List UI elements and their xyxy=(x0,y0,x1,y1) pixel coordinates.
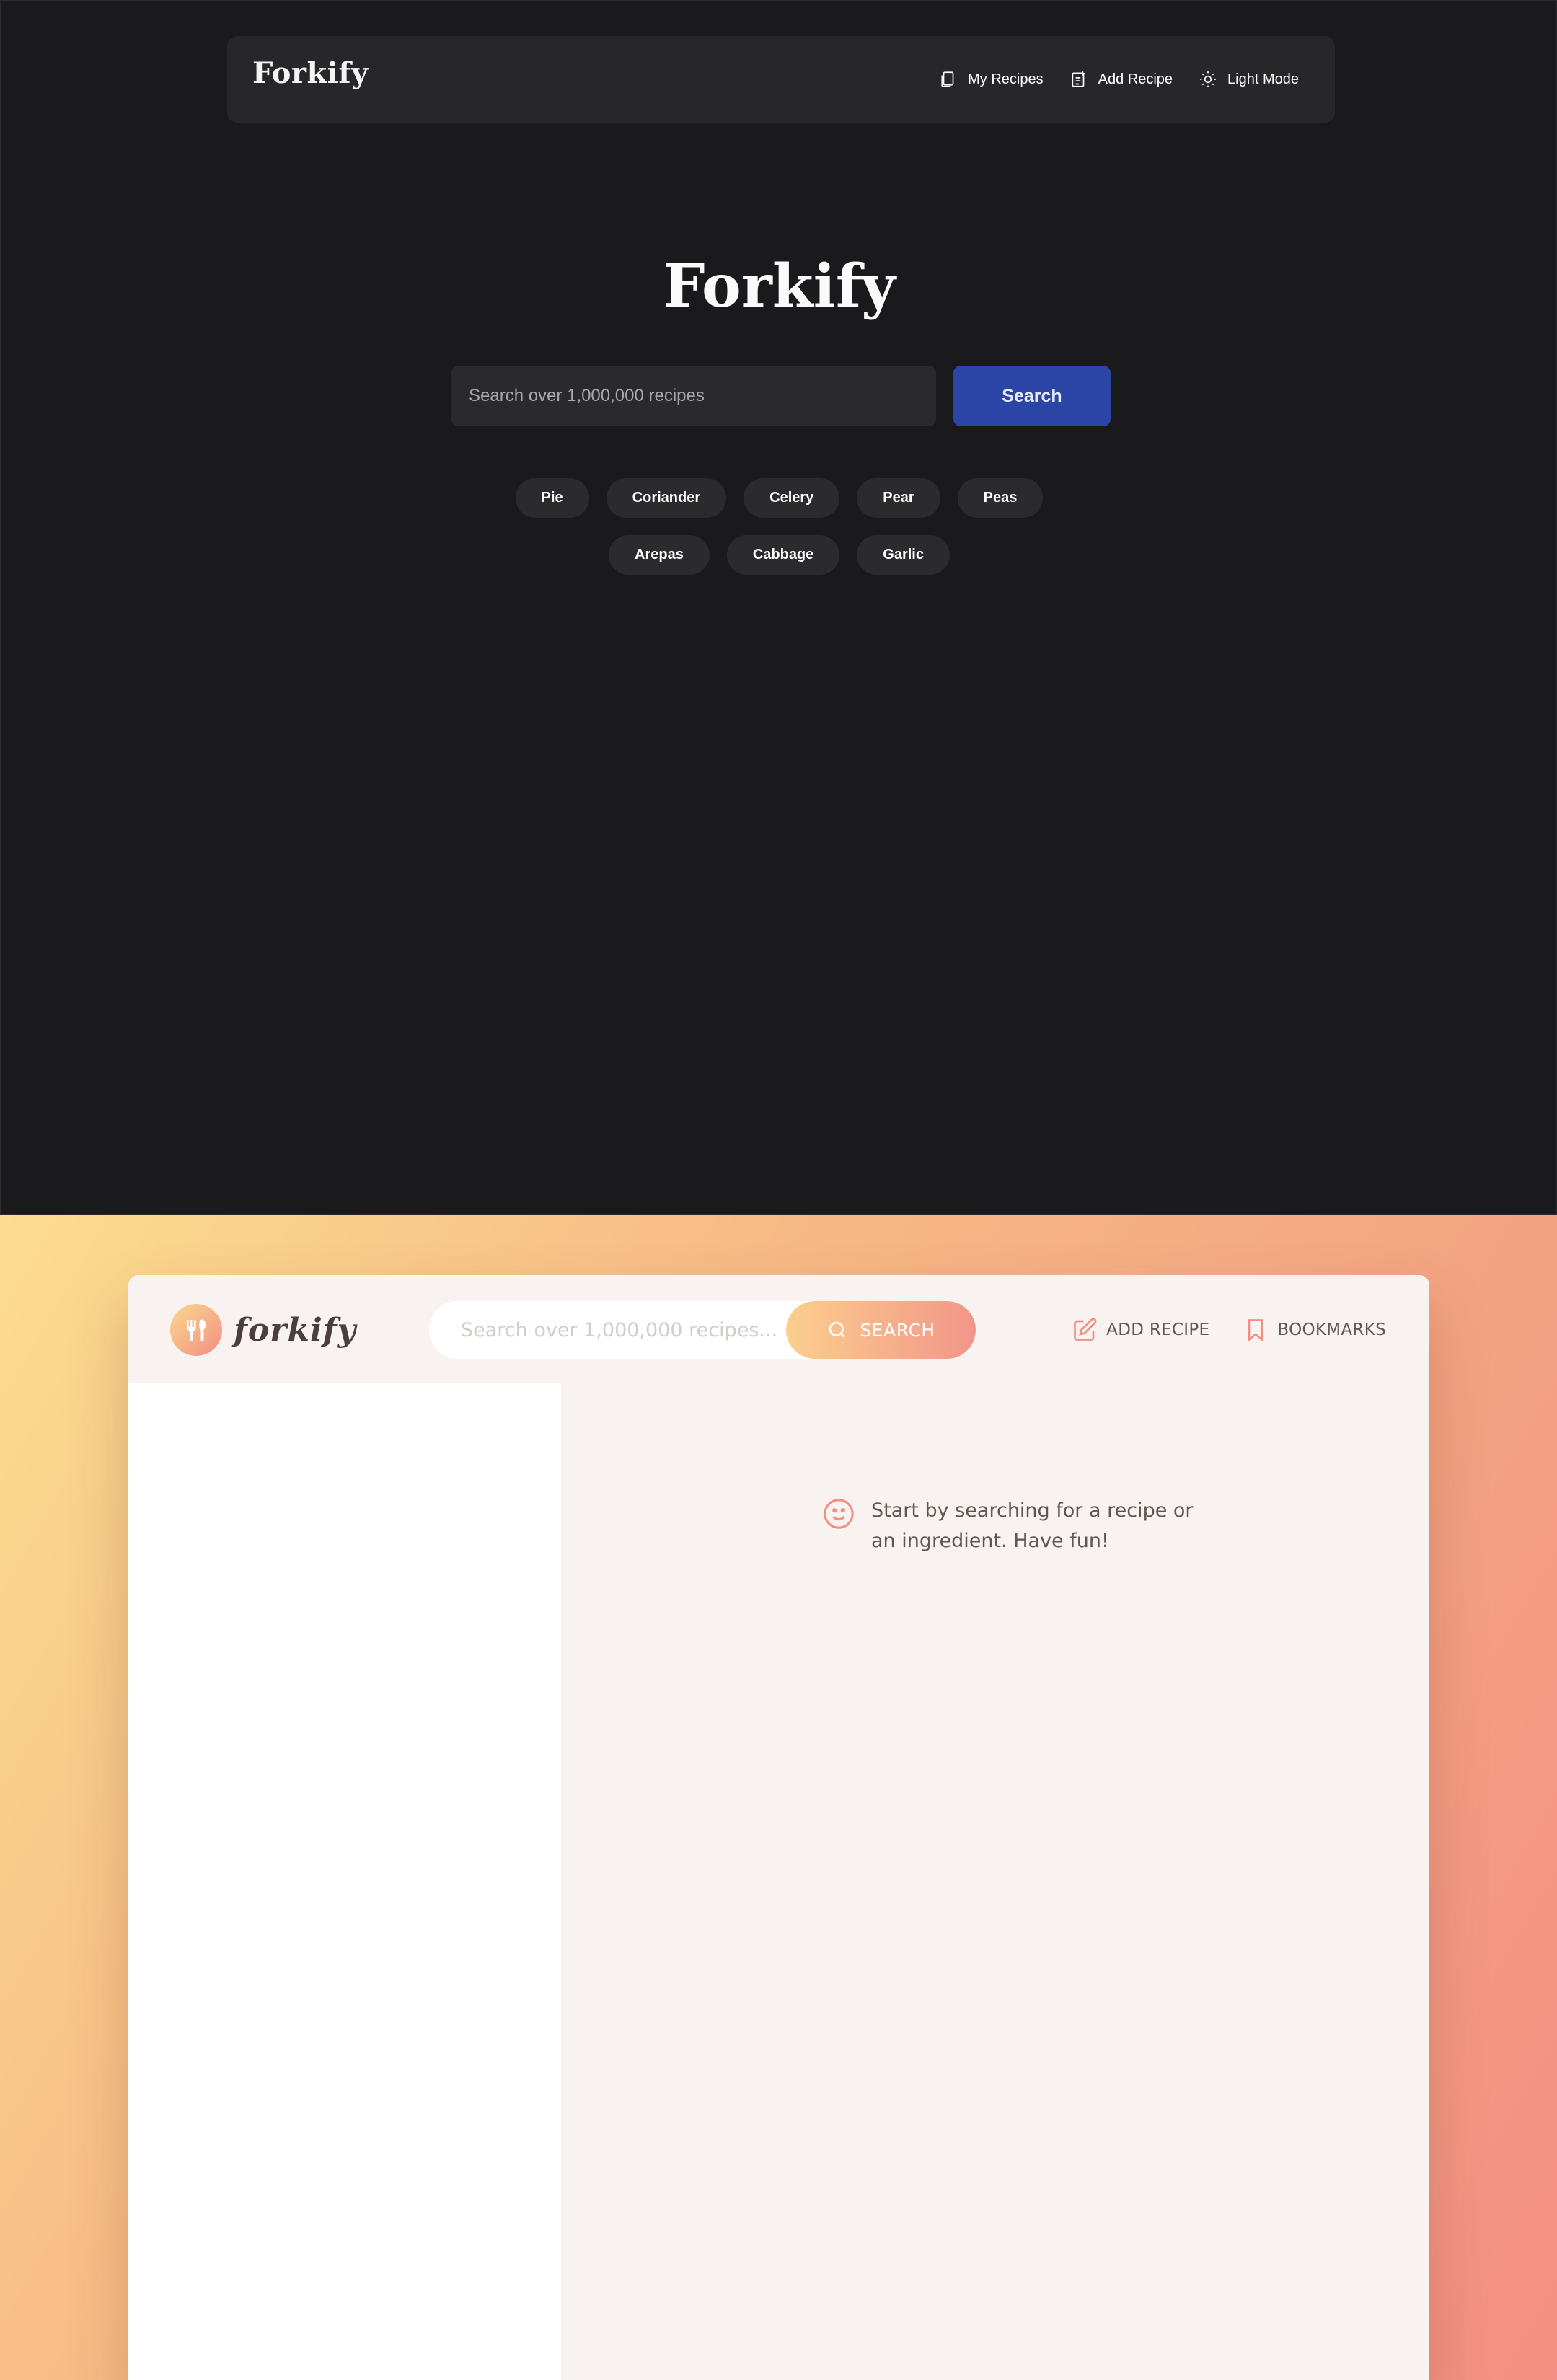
suggestion-chip[interactable]: Arepas xyxy=(609,535,710,575)
bookmarks-button[interactable]: BOOKMARKS xyxy=(1243,1317,1386,1343)
suggestion-chips-row-1: Pie Coriander Celery Pear Peas xyxy=(1,478,1557,518)
navbar-links: My Recipes Add Recipe Light Mode xyxy=(939,36,1299,123)
suggestion-chip[interactable]: Celery xyxy=(744,478,840,518)
bookmark-icon xyxy=(1248,1319,1263,1342)
sun-icon xyxy=(1200,71,1216,87)
start-message-text: Start by searching for a recipe or an in… xyxy=(871,1499,1194,1552)
suggestion-chip[interactable]: Cabbage xyxy=(726,535,840,575)
search-input[interactable] xyxy=(451,366,936,426)
smile-icon xyxy=(824,1499,854,1529)
brand-logo[interactable]: forkify xyxy=(170,1304,356,1356)
app-container: forkify SEARCH ADD xyxy=(128,1275,1429,2380)
bookmark-copy-icon xyxy=(941,71,954,87)
suggestion-chip[interactable]: Pear xyxy=(857,478,940,518)
top-navbar: Forkify My Recipes Add Recipe Light Mode xyxy=(227,36,1335,123)
recipe-search-button-label: SEARCH xyxy=(860,1319,935,1341)
recipe-search-button[interactable]: SEARCH xyxy=(786,1301,976,1359)
recipe-search-input[interactable] xyxy=(429,1301,790,1359)
start-message: Start by searching for a recipe or an in… xyxy=(822,1496,1197,1556)
note-add-icon xyxy=(1072,71,1085,87)
navbar-logo[interactable]: Forkify xyxy=(252,56,369,90)
search-form: SEARCH xyxy=(429,1301,976,1359)
nav-light-mode-toggle[interactable]: Light Mode xyxy=(1199,70,1299,89)
header-nav: ADD RECIPE BOOKMARKS xyxy=(1072,1301,1386,1359)
nav-my-recipes[interactable]: My Recipes xyxy=(939,70,1044,89)
hero-title: Forkify xyxy=(663,252,896,321)
add-recipe-button[interactable]: ADD RECIPE xyxy=(1072,1317,1209,1343)
add-recipe-label: ADD RECIPE xyxy=(1106,1321,1210,1339)
dark-forkify-page: Forkify My Recipes Add Recipe Light Mode… xyxy=(0,0,1557,1215)
edit-icon xyxy=(1074,1318,1097,1341)
suggestion-chip[interactable]: Garlic xyxy=(857,535,950,575)
app-header: forkify SEARCH ADD xyxy=(128,1275,1429,1383)
nav-add-recipe-label: Add Recipe xyxy=(1098,71,1173,87)
fork-knife-icon xyxy=(170,1304,222,1356)
suggestion-chip[interactable]: Coriander xyxy=(606,478,727,518)
search-icon xyxy=(829,1321,846,1338)
nav-light-mode-label: Light Mode xyxy=(1227,71,1299,87)
search-results-panel xyxy=(128,1383,561,2380)
suggestion-chip[interactable]: Pie xyxy=(515,478,589,518)
suggestion-chip[interactable]: Peas xyxy=(957,478,1044,518)
bookmarks-label: BOOKMARKS xyxy=(1277,1321,1386,1339)
suggestion-chips-row-2: Arepas Cabbage Garlic xyxy=(1,535,1557,575)
warm-forkify-page: forkify SEARCH ADD xyxy=(0,1215,1557,2380)
nav-my-recipes-label: My Recipes xyxy=(968,71,1044,87)
brand-wordmark: forkify xyxy=(234,1311,357,1349)
search-button[interactable]: Search xyxy=(953,366,1111,426)
nav-add-recipe[interactable]: Add Recipe xyxy=(1069,70,1173,89)
